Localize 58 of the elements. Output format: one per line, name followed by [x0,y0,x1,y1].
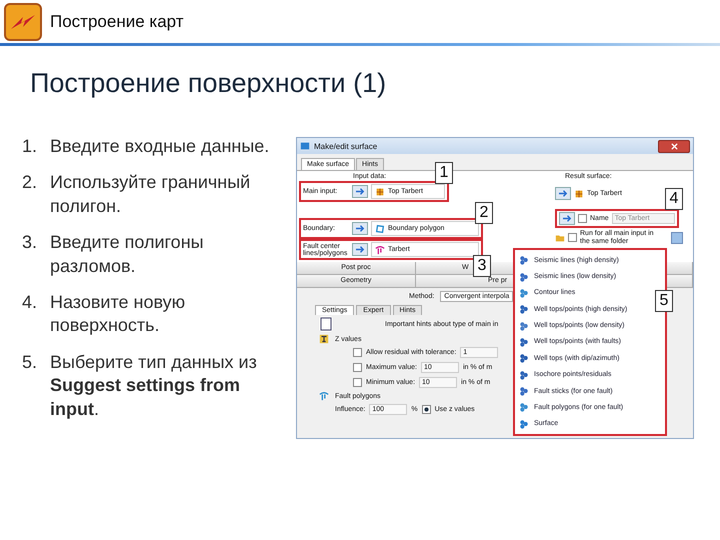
step-number: 1. [22,135,38,158]
help-button[interactable] [671,232,683,244]
dots-icon [519,304,529,314]
dots-icon [519,370,529,380]
dots-icon [519,402,529,412]
callout-number: 5 [655,290,673,312]
fault-icon [375,244,385,254]
step-number: 5. [22,350,38,374]
dots-icon [519,353,529,364]
insert-arrow-button[interactable] [555,187,571,200]
surface-icon [574,188,584,198]
arrow-icon [354,187,366,196]
page-icon [319,317,333,331]
step-number: 2. [22,171,38,194]
step-number: 3. [22,231,38,254]
step-text: Назовите новую поверхность. [50,290,186,338]
header-title: Построение карт [50,12,184,32]
callout-number: 1 [435,162,453,184]
dots-icon [519,288,529,298]
logo-icon [4,3,42,41]
folder-icon [555,232,565,242]
dots-icon [519,255,529,266]
arrow-icon [354,245,366,254]
arrow-icon [354,224,366,233]
dots-icon [519,320,529,331]
step-text: Введите входные данные. [50,135,270,158]
surface-icon [375,186,385,196]
callout-number: 4 [665,188,683,210]
fault-icon [319,391,329,401]
step-text: Введите полигоны разломов. [50,231,205,278]
close-button[interactable] [658,140,690,152]
insert-arrow-button[interactable] [352,243,368,256]
callout-number: 3 [473,255,491,277]
arrow-icon [562,214,572,223]
dots-icon [519,418,529,429]
dots-icon [519,386,529,396]
use-z-checkbox[interactable] [422,405,431,414]
insert-arrow-button[interactable] [559,212,575,225]
close-icon [670,142,678,150]
insert-arrow-button[interactable] [352,222,368,235]
value-checkbox[interactable] [353,378,362,387]
polygon-icon [375,224,385,234]
name-checkbox[interactable] [578,214,587,223]
z-values-icon [319,334,329,344]
arrow-icon [558,189,568,198]
dots-icon [519,272,529,282]
insert-arrow-button[interactable] [352,185,368,198]
window-title: Make/edit surface [314,142,378,150]
step-text: Используйте граничный полигон. [50,171,252,218]
callout-number: 2 [475,202,493,224]
window-icon [300,141,310,151]
slide-title: Построение поверхности (1) [30,68,388,99]
run-all-checkbox[interactable] [568,233,577,242]
step-number: 4. [22,290,38,314]
dots-icon [519,336,529,347]
value-checkbox[interactable] [353,363,362,372]
step-text: Выберите тип данных из Suggest settings from input. [50,350,258,421]
value-checkbox[interactable] [353,348,362,357]
